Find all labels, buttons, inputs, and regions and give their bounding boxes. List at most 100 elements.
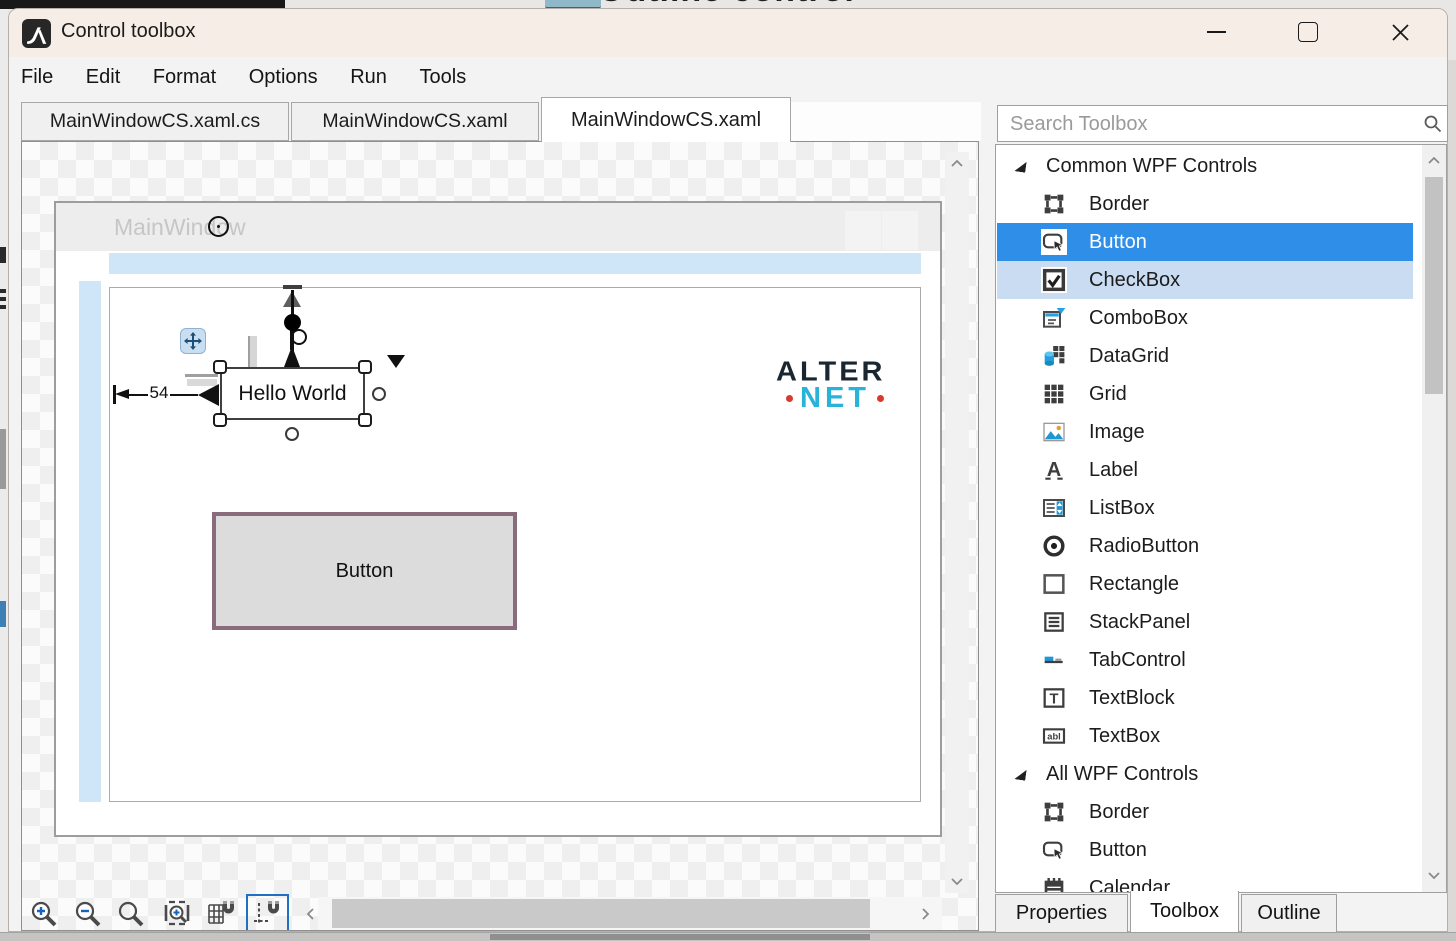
magnifier-icon (116, 899, 146, 929)
snap-to-lines-button[interactable] (250, 896, 284, 930)
resize-handle-bottom-left[interactable] (213, 413, 227, 427)
toolbox-item-label: CheckBox (1089, 269, 1180, 292)
toolbox-scroll-thumb[interactable] (1425, 177, 1443, 394)
button-element[interactable]: Button (212, 512, 517, 630)
menu-run[interactable]: Run (350, 57, 387, 97)
minimize-button[interactable] (1193, 14, 1239, 50)
snap-to-grid-button[interactable] (204, 896, 238, 930)
svg-text:T: T (1050, 691, 1059, 707)
toolbox-item-datagrid[interactable]: DataGrid (997, 337, 1413, 375)
scroll-down-icon[interactable] (949, 873, 965, 889)
search-input[interactable] (1008, 108, 1402, 140)
toolbox-scrollbar[interactable] (1422, 145, 1446, 892)
toolbox-item-combobox[interactable]: ComboBox (997, 299, 1413, 337)
toolbox-category-common-wpf-controls[interactable]: Common WPF Controls (997, 147, 1413, 185)
close-icon (1390, 22, 1411, 43)
combobox-icon (1041, 305, 1067, 331)
expander-collapse-icon[interactable] (1014, 160, 1026, 172)
scroll-down-icon[interactable] (1426, 867, 1442, 883)
toolbox-item-label: ComboBox (1089, 307, 1188, 330)
category-label: All WPF Controls (1046, 763, 1198, 786)
anchor-arrowhead (284, 346, 300, 367)
toolbox-category-all-wpf-controls[interactable]: All WPF Controls (997, 755, 1413, 793)
editor-tab-xaml-1[interactable]: MainWindowCS.xaml (291, 102, 539, 141)
resize-handle-bottom[interactable] (285, 427, 299, 441)
toolbox-item-label: RadioButton (1089, 535, 1199, 558)
resize-handle-right[interactable] (372, 387, 386, 401)
background-bottom-fragment (490, 934, 870, 940)
toolbox-item-image[interactable]: Image (997, 413, 1413, 451)
titlebar[interactable]: Control toolbox (9, 9, 1447, 57)
label-icon: A (1041, 457, 1067, 483)
scroll-up-icon[interactable] (1426, 153, 1442, 169)
snap-to-lines-icon (251, 897, 283, 929)
logo-dot-right (877, 395, 884, 402)
logo-net-text: NET (800, 382, 870, 415)
zoom-in-button[interactable] (27, 897, 61, 931)
scroll-up-icon[interactable] (949, 156, 965, 172)
maximize-button[interactable] (1285, 14, 1331, 50)
panel-tab-toolbox-active[interactable]: Toolbox (1130, 891, 1239, 933)
zoom-out-button[interactable] (71, 897, 105, 931)
close-button[interactable] (1377, 14, 1423, 50)
toolbox-search-box[interactable] (997, 105, 1448, 142)
snap-to-grid-icon (205, 897, 237, 929)
toolbox-item-button-2[interactable]: Button (997, 831, 1413, 869)
maximize-icon (1298, 22, 1318, 42)
editor-tab-label: MainWindowCS.xaml (571, 109, 761, 132)
tabstrip-filler (791, 102, 981, 141)
element-dropdown-arrow[interactable] (387, 355, 405, 368)
anchor-dot-icon[interactable] (284, 314, 301, 331)
menu-format[interactable]: Format (153, 57, 216, 97)
cursor-position-icon (208, 216, 229, 237)
toolbox-item-border[interactable]: Border (997, 185, 1413, 223)
toolbox-item-textblock[interactable]: T TextBlock (997, 679, 1413, 717)
resize-handle-bottom-right[interactable] (358, 413, 372, 427)
editor-tab-xaml-2-active[interactable]: MainWindowCS.xaml (541, 97, 791, 142)
zoom-to-fit-button[interactable] (160, 896, 194, 930)
hello-world-textblock[interactable]: Hello World (220, 367, 365, 420)
menu-edit[interactable]: Edit (86, 57, 120, 97)
toolbox-item-rectangle[interactable]: Rectangle (997, 565, 1413, 603)
scroll-right-icon[interactable] (917, 906, 933, 922)
toolbox-item-tabcontrol[interactable]: TabControl (997, 641, 1413, 679)
button-icon (1041, 837, 1067, 863)
designed-window[interactable]: MainWindow 54 (54, 201, 942, 837)
menu-tools[interactable]: Tools (420, 57, 467, 97)
design-canvas[interactable]: MainWindow 54 (21, 141, 979, 931)
zoom-to-fit-icon (161, 897, 193, 929)
toolbox-item-stackpanel[interactable]: StackPanel (997, 603, 1413, 641)
move-handle[interactable] (180, 328, 206, 354)
logo-dot-left (786, 395, 793, 402)
grid-rail-horizontal[interactable] (109, 253, 921, 274)
zoom-reset-button[interactable] (114, 897, 148, 931)
toolbox-item-label: Button (1089, 839, 1147, 862)
toolbox-item-listbox[interactable]: ListBox (997, 489, 1413, 527)
search-icon[interactable] (1422, 113, 1444, 135)
toolbox-item-label: StackPanel (1089, 611, 1190, 634)
resize-handle-top-left[interactable] (213, 360, 227, 374)
scroll-left-icon[interactable] (303, 906, 319, 922)
background-fragment (0, 429, 6, 489)
editor-tab-xaml-cs[interactable]: MainWindowCS.xaml.cs (21, 102, 289, 141)
toolbox-item-calendar[interactable]: Calendar (997, 869, 1413, 893)
menu-options[interactable]: Options (249, 57, 318, 97)
toolbox-item-grid[interactable]: Grid (997, 375, 1413, 413)
canvas-vertical-scrollbar[interactable] (945, 152, 969, 893)
toolbox-item-button-selected[interactable]: Button (997, 223, 1413, 261)
layout-root-panel[interactable]: 54 (109, 287, 921, 802)
toolbox-item-radiobutton[interactable]: RadioButton (997, 527, 1413, 565)
toolbox-item-checkbox[interactable]: CheckBox (997, 261, 1413, 299)
resize-handle-top-right[interactable] (358, 360, 372, 374)
expander-collapse-icon[interactable] (1014, 768, 1026, 780)
menu-file[interactable]: File (21, 57, 53, 97)
designed-window-ghost-button (845, 211, 881, 250)
panel-tab-outline[interactable]: Outline (1241, 894, 1337, 933)
grid-rail-vertical[interactable] (79, 281, 101, 802)
toolbox-item-border-2[interactable]: Border (997, 793, 1413, 831)
toolbox-item-textbox[interactable]: abl TextBox (997, 717, 1413, 755)
horizontal-scroll-thumb[interactable] (332, 899, 870, 928)
panel-tab-properties[interactable]: Properties (995, 894, 1128, 933)
toolbox-item-label[interactable]: A Label (997, 451, 1413, 489)
minimize-icon (1207, 31, 1226, 33)
